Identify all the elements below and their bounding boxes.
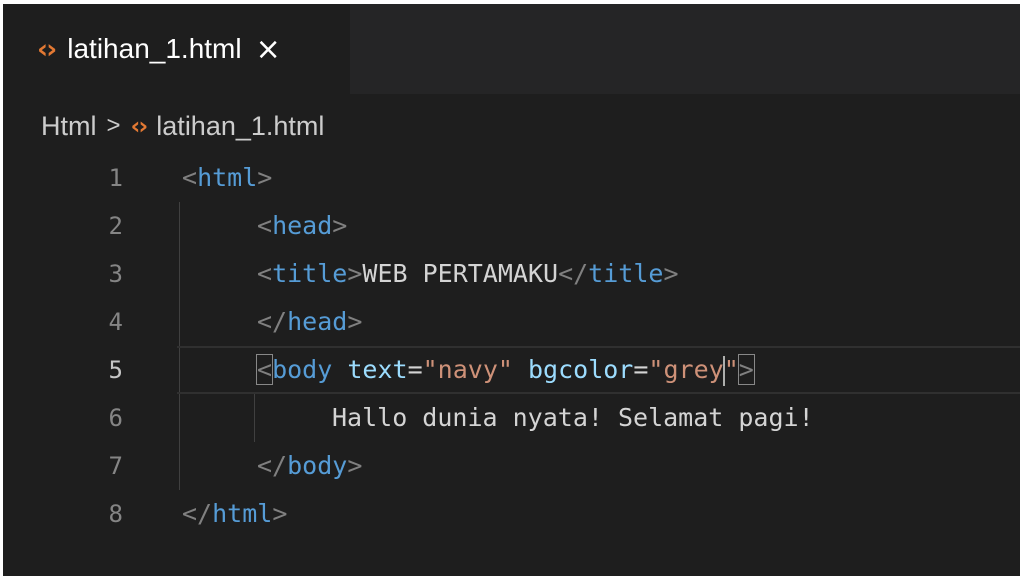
tag-name: head [287,307,348,336]
tag-name: title [588,259,664,288]
text-content: WEB PERTAMAKU [362,259,559,288]
tag-name: body [272,355,333,384]
bracket: > [332,211,348,240]
code-line[interactable]: <head> [257,202,347,250]
code-line[interactable]: </body> [257,442,362,490]
indent-guide [254,394,255,442]
code-line[interactable]: <html> [182,154,272,202]
html-file-icon: ‹› [37,33,57,65]
breadcrumb-file[interactable]: latihan_1.html [156,111,324,142]
close-icon[interactable]: × [256,32,281,67]
chevron-right-icon: > [106,112,121,139]
text-content: Hallo dunia nyata! Selamat pagi! [332,403,814,432]
line-number: 4 [108,308,123,336]
bracket: < [182,163,198,192]
attribute-name: bgcolor [528,355,634,384]
attribute-value: "grey [648,355,724,384]
tag-name: html [197,163,258,192]
code-line[interactable]: </head> [257,298,362,346]
tag-name: body [287,451,348,480]
line-number-active: 5 [108,356,123,384]
bracket: </ [257,307,288,336]
bracket: < [257,211,273,240]
tab-label: latihan_1.html [67,33,242,64]
matched-bracket: > [737,354,755,385]
code-editor[interactable]: 1 <html> 2 <head> 3 <title>WEB PERTAMAKU… [3,154,1020,544]
code-line[interactable]: Hallo dunia nyata! Selamat pagi! [332,394,814,442]
tag-name: head [272,211,333,240]
html-file-icon: ‹› [130,112,149,140]
line-number: 2 [108,212,123,240]
bracket: </ [257,451,288,480]
code-line[interactable]: <title>WEB PERTAMAKU</title> [257,250,679,298]
breadcrumb-folder[interactable]: Html [41,111,97,142]
code-line-active[interactable]: <body text="navy" bgcolor="grey"> [255,346,755,394]
bracket: > [347,451,363,480]
line-number: 8 [108,500,123,528]
line-number: 7 [108,452,123,480]
line-number: 1 [108,164,123,192]
line-number: 3 [108,260,123,288]
matched-bracket: < [255,354,274,385]
tag-name: html [212,499,273,528]
bracket: < [257,259,273,288]
bracket: > [663,259,679,288]
equals-sign: = [407,355,423,384]
bracket: </ [182,499,213,528]
breadcrumb: Html > ‹› latihan_1.html [3,108,324,144]
tab-bar: ‹› latihan_1.html × [3,4,1020,94]
equals-sign: = [633,355,649,384]
bracket: </ [558,259,589,288]
attribute-value-quote: " [723,355,739,384]
bracket: > [347,259,363,288]
bracket: > [272,499,288,528]
tag-name: title [272,259,348,288]
attribute-name: text [347,355,408,384]
line-number: 6 [108,404,123,432]
editor-window: ‹› latihan_1.html × Html > ‹› latihan_1.… [0,0,1020,576]
attribute-value: "navy" [422,355,513,384]
bracket: > [347,307,363,336]
tab-latihan-1-html[interactable]: ‹› latihan_1.html × [3,4,350,94]
code-line[interactable]: </html> [182,490,287,538]
bracket: > [257,163,273,192]
